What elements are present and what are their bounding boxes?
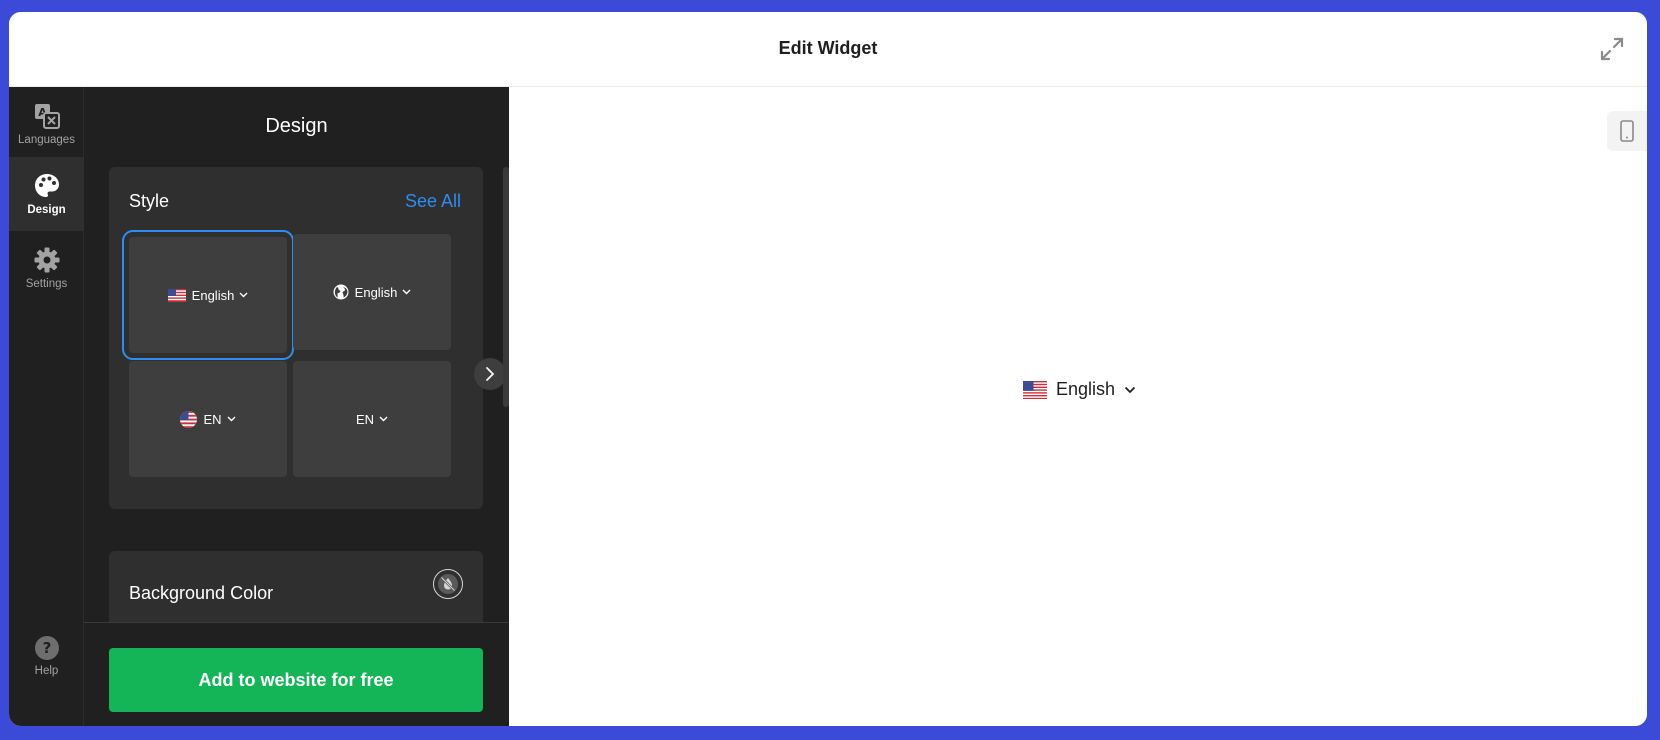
gear-icon bbox=[34, 247, 59, 273]
see-all-link[interactable]: See All bbox=[405, 191, 461, 212]
style-option-label: English bbox=[354, 284, 398, 300]
widget-preview: English bbox=[509, 87, 1647, 726]
sidebar-item-label: Languages bbox=[18, 134, 75, 146]
style-section: Style See All English English EN EN bbox=[109, 167, 483, 509]
add-to-website-button[interactable]: Add to website for free bbox=[109, 648, 483, 712]
no-color-icon bbox=[438, 574, 458, 594]
translate-icon: A bbox=[34, 104, 60, 129]
page-title: Edit Widget bbox=[778, 38, 878, 58]
style-option-flag-name[interactable]: English bbox=[122, 230, 294, 360]
us-flag-round-icon bbox=[180, 410, 198, 428]
edit-widget-window: Edit Widget A Languages Design Settings … bbox=[9, 12, 1647, 726]
style-option-code-only[interactable]: EN bbox=[293, 361, 451, 477]
panel-footer: Add to website for free bbox=[84, 622, 509, 726]
background-color-heading: Background Color bbox=[129, 583, 274, 603]
panel-title: Design bbox=[265, 115, 328, 137]
style-option-round-flag-code[interactable]: EN bbox=[129, 361, 287, 477]
style-option-globe-name[interactable]: English bbox=[293, 234, 451, 350]
sidebar-item-help[interactable]: ? Help bbox=[9, 619, 84, 693]
style-option-label: EN bbox=[203, 411, 222, 427]
chevron-down-icon bbox=[239, 292, 248, 298]
sidebar-item-label: Help bbox=[34, 665, 59, 677]
style-heading: Style bbox=[129, 191, 170, 211]
chevron-down-icon bbox=[379, 416, 388, 422]
sidebar-item-design[interactable]: Design bbox=[9, 157, 84, 231]
chevron-right-icon bbox=[486, 367, 495, 381]
design-panel: Design Style See All English English EN … bbox=[84, 87, 509, 726]
preview-language-label: English bbox=[1056, 379, 1116, 399]
sidebar-item-label: Settings bbox=[25, 278, 68, 290]
sidebar-rail: A Languages Design Settings ? Help bbox=[9, 87, 84, 726]
globe-icon bbox=[333, 284, 349, 300]
us-flag-icon bbox=[1023, 380, 1047, 399]
chevron-down-icon bbox=[1124, 386, 1136, 393]
mobile-view-toggle[interactable] bbox=[1607, 111, 1647, 151]
top-bar: Edit Widget bbox=[9, 12, 1647, 87]
help-icon: ? bbox=[34, 636, 59, 660]
expand-arrows-icon bbox=[1600, 37, 1624, 61]
sidebar-item-languages[interactable]: A Languages bbox=[9, 87, 84, 161]
sidebar-item-label: Design bbox=[27, 204, 66, 216]
svg-text:?: ? bbox=[42, 639, 51, 657]
carousel-next-button[interactable] bbox=[474, 358, 506, 390]
palette-icon bbox=[34, 174, 59, 197]
sidebar-item-settings[interactable]: Settings bbox=[9, 231, 84, 305]
background-color-section: Background Color bbox=[109, 551, 483, 631]
style-option-label: EN bbox=[355, 411, 375, 427]
us-flag-icon bbox=[167, 288, 186, 302]
expand-button[interactable] bbox=[1597, 34, 1627, 64]
style-option-label: English bbox=[191, 287, 235, 303]
background-color-picker[interactable] bbox=[433, 569, 463, 599]
chevron-down-icon bbox=[227, 416, 236, 422]
language-switcher-preview[interactable]: English bbox=[1023, 379, 1136, 400]
chevron-down-icon bbox=[402, 289, 411, 295]
mobile-phone-icon bbox=[1620, 120, 1634, 142]
